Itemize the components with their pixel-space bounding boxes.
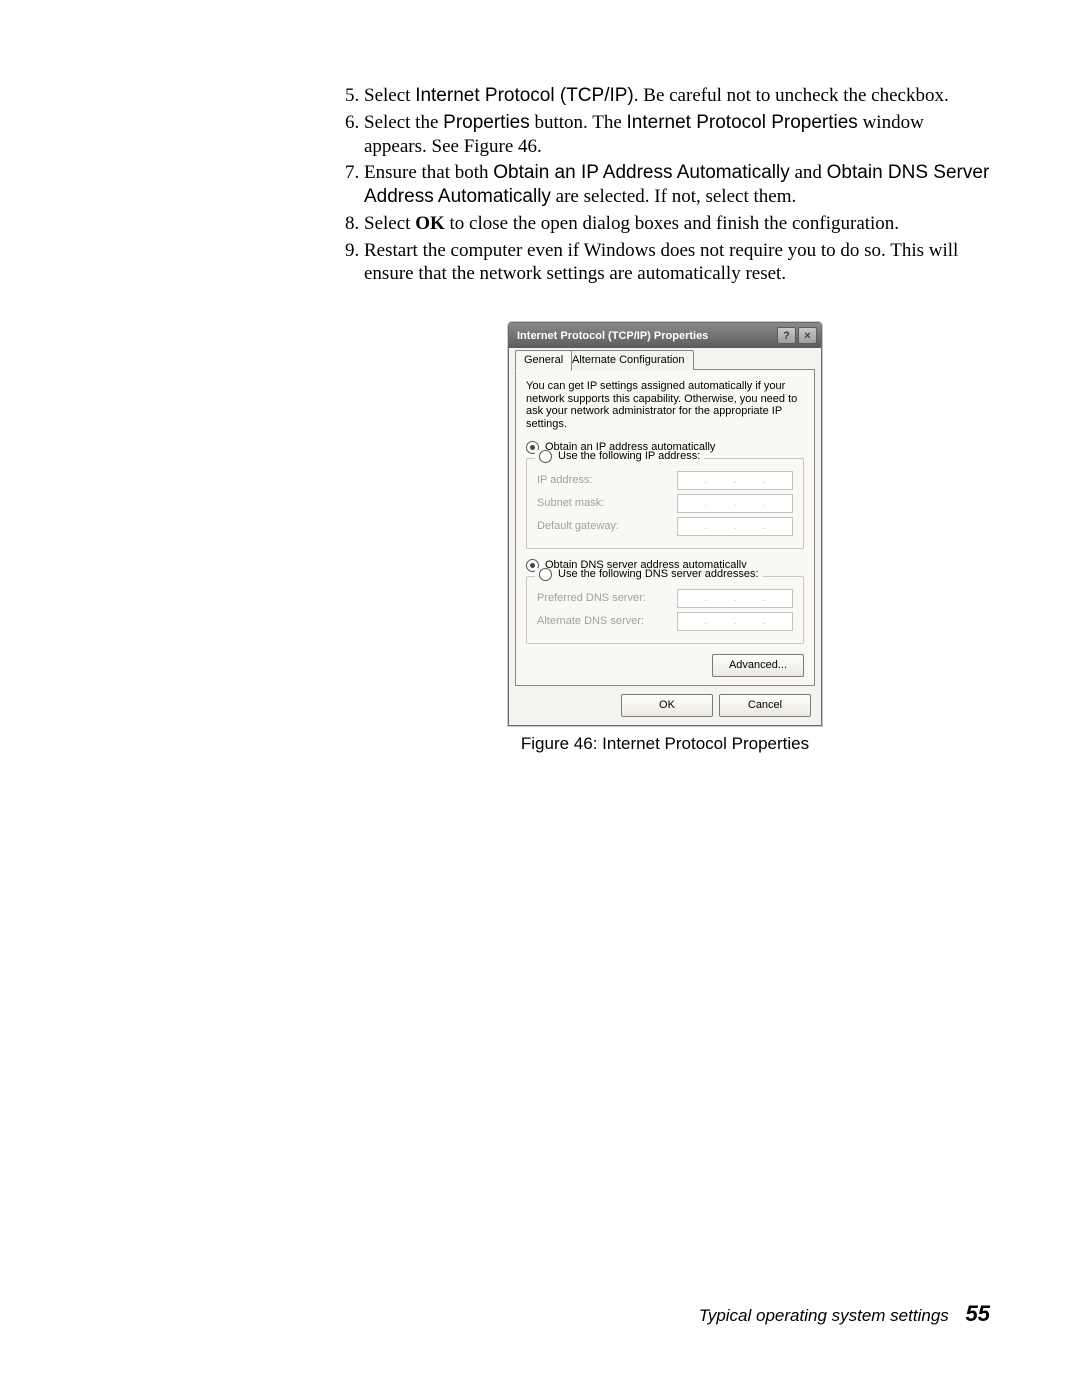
group-dns-manual: Use the following DNS server addresses: …	[526, 576, 804, 644]
help-icon[interactable]: ?	[777, 327, 796, 344]
step-8: Select OK to close the open dialog boxes…	[364, 212, 990, 236]
dialog-description: You can get IP settings assigned automat…	[526, 380, 804, 431]
row-alternate-dns: Alternate DNS server: ...	[537, 612, 793, 631]
radio-dns-manual[interactable]: Use the following DNS server addresses:	[535, 568, 763, 581]
page-number: 55	[966, 1301, 990, 1326]
cancel-button[interactable]: Cancel	[719, 694, 811, 717]
dialog-footer: OK Cancel	[515, 686, 815, 719]
row-default-gateway: Default gateway: ...	[537, 517, 793, 536]
close-icon[interactable]: ×	[798, 327, 817, 344]
step-9: Restart the computer even if Windows doe…	[364, 239, 990, 287]
tab-panel-general: You can get IP settings assigned automat…	[515, 369, 815, 686]
step-5: Select Internet Protocol (TCP/IP). Be ca…	[364, 84, 990, 108]
radio-icon	[539, 450, 552, 463]
footer-text: Typical operating system settings	[699, 1306, 949, 1325]
preferred-dns-field[interactable]: ...	[677, 589, 793, 608]
ip-address-field[interactable]: ...	[677, 471, 793, 490]
default-gateway-field[interactable]: ...	[677, 517, 793, 536]
radio-ip-manual[interactable]: Use the following IP address:	[535, 450, 704, 463]
step-6: Select the Properties button. The Intern…	[364, 111, 990, 159]
advanced-button[interactable]: Advanced...	[712, 654, 804, 677]
instruction-list: Select Internet Protocol (TCP/IP). Be ca…	[340, 84, 990, 286]
tcpip-properties-dialog: Internet Protocol (TCP/IP) Properties ? …	[508, 322, 822, 726]
radio-icon	[539, 568, 552, 581]
subnet-mask-field[interactable]: ...	[677, 494, 793, 513]
dialog-title: Internet Protocol (TCP/IP) Properties	[517, 330, 775, 342]
tab-strip: General Alternate Configuration	[515, 350, 815, 370]
tab-general[interactable]: General	[515, 350, 572, 371]
row-preferred-dns: Preferred DNS server: ...	[537, 589, 793, 608]
step-7: Ensure that both Obtain an IP Address Au…	[364, 161, 990, 209]
tab-alternate-configuration[interactable]: Alternate Configuration	[563, 350, 694, 370]
alternate-dns-field[interactable]: ...	[677, 612, 793, 631]
row-subnet-mask: Subnet mask: ...	[537, 494, 793, 513]
ok-button[interactable]: OK	[621, 694, 713, 717]
row-ip-address: IP address: ...	[537, 471, 793, 490]
page-footer: Typical operating system settings 55	[699, 1301, 990, 1327]
group-ip-manual: Use the following IP address: IP address…	[526, 458, 804, 549]
dialog-titlebar: Internet Protocol (TCP/IP) Properties ? …	[509, 323, 821, 348]
figure-caption: Figure 46: Internet Protocol Properties	[521, 734, 809, 754]
